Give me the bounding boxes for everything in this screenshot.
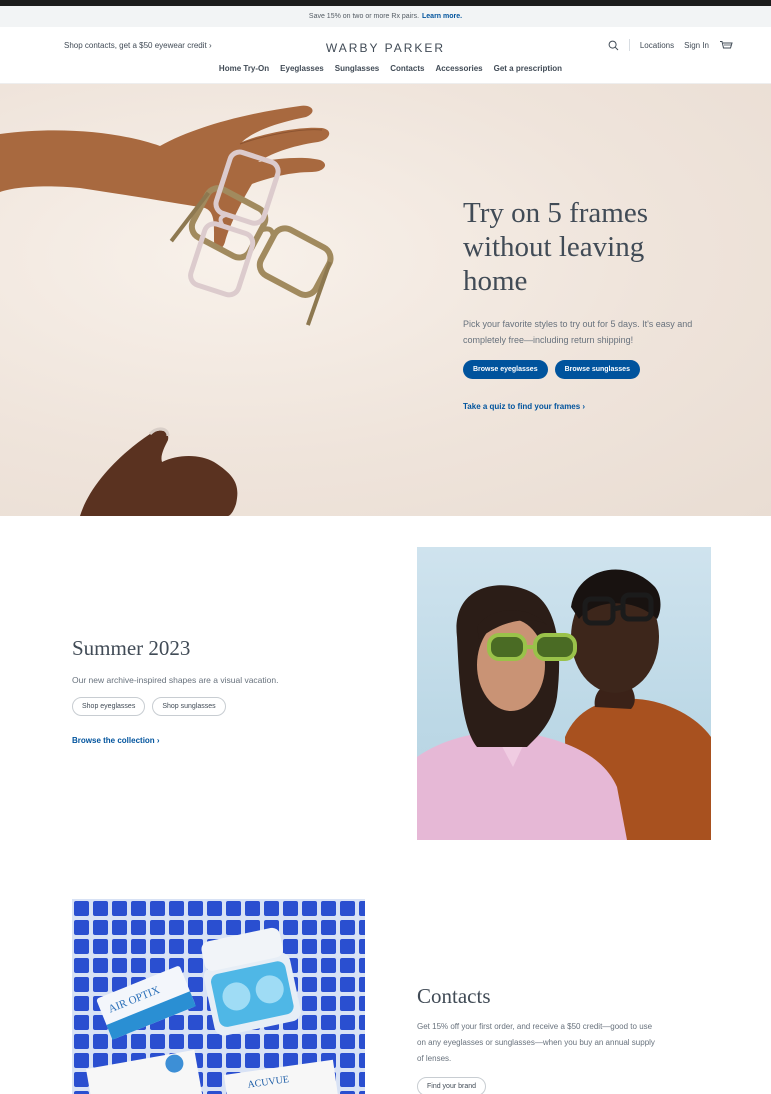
browse-sunglasses-button[interactable]: Browse sunglasses bbox=[554, 360, 640, 379]
site-header: Shop contacts, get a $50 eyewear credit … bbox=[0, 27, 771, 84]
summer-section: Summer 2023 Our new archive-inspired sha… bbox=[72, 636, 372, 745]
take-quiz-link[interactable]: Take a quiz to find your frames › bbox=[463, 402, 723, 411]
sign-in-link[interactable]: Sign In bbox=[684, 41, 709, 50]
nav-eyeglasses[interactable]: Eyeglasses bbox=[280, 64, 324, 73]
main-nav: Home Try-On Eyeglasses Sunglasses Contac… bbox=[0, 64, 771, 73]
shop-eyeglasses-button[interactable]: Shop eyeglasses bbox=[72, 697, 146, 716]
nav-accessories[interactable]: Accessories bbox=[435, 64, 482, 73]
hero-buttons: Browse eyeglasses Browse sunglasses bbox=[463, 360, 723, 379]
contacts-title: Contacts bbox=[417, 984, 491, 1008]
hero-title: Try on 5 frames without leaving home bbox=[463, 197, 649, 297]
browse-collection-link[interactable]: Browse the collection › bbox=[72, 736, 372, 745]
summer-models-image bbox=[417, 569, 711, 840]
nav-home-try-on[interactable]: Home Try-On bbox=[219, 64, 269, 73]
cart-icon[interactable] bbox=[719, 40, 733, 51]
hero-description: Pick your favorite styles to try out for… bbox=[463, 319, 693, 345]
summer-title: Summer 2023 bbox=[72, 636, 191, 660]
contacts-products-image: AIR OPTIX ACUVUE bbox=[72, 899, 365, 1094]
promo-text: Save 15% on two or more Rx pairs. bbox=[308, 13, 420, 20]
summer-models-photo[interactable] bbox=[417, 547, 711, 840]
header-actions: Locations Sign In bbox=[608, 39, 733, 51]
search-icon[interactable] bbox=[608, 40, 619, 51]
contacts-products-photo[interactable]: AIR OPTIX ACUVUE bbox=[72, 899, 365, 1094]
nav-sunglasses[interactable]: Sunglasses bbox=[335, 64, 379, 73]
hero-content: Try on 5 frames without leaving home Pic… bbox=[463, 196, 723, 411]
promo-learn-more-link[interactable]: Learn more. bbox=[422, 13, 462, 20]
locations-link[interactable]: Locations bbox=[640, 41, 674, 50]
find-your-brand-button[interactable]: Find your brand bbox=[417, 1077, 487, 1094]
shop-sunglasses-button[interactable]: Shop sunglasses bbox=[152, 697, 226, 716]
summer-description: Our new archive-inspired shapes are a vi… bbox=[72, 675, 279, 685]
promo-banner: Save 15% on two or more Rx pairs. Learn … bbox=[0, 6, 771, 27]
summer-buttons: Shop eyeglasses Shop sunglasses bbox=[72, 697, 372, 716]
nav-get-prescription[interactable]: Get a prescription bbox=[494, 64, 562, 73]
contacts-section: Contacts Get 15% off your first order, a… bbox=[417, 984, 677, 1094]
header-divider bbox=[628, 39, 630, 51]
hero-banner: Try on 5 frames without leaving home Pic… bbox=[0, 84, 771, 516]
browse-eyeglasses-button[interactable]: Browse eyeglasses bbox=[463, 360, 548, 379]
contacts-description: Get 15% off your first order, and receiv… bbox=[417, 1022, 655, 1063]
nav-contacts[interactable]: Contacts bbox=[390, 64, 424, 73]
